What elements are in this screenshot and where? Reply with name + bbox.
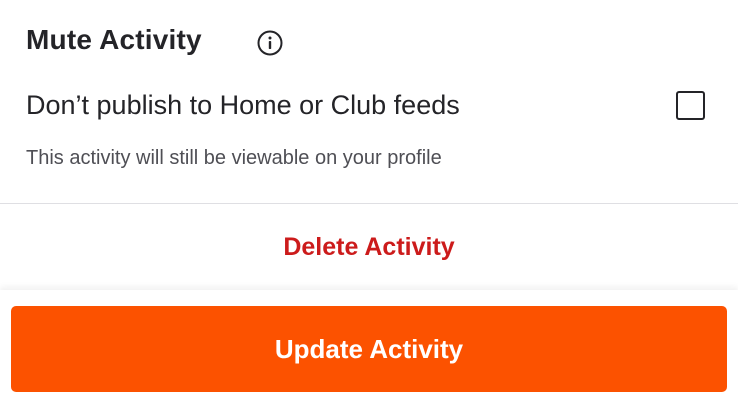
section-divider: [0, 203, 738, 204]
dont-publish-help-text: This activity will still be viewable on …: [26, 147, 442, 169]
mute-activity-section: Mute Activity Don’t publish to Home or C…: [0, 0, 738, 204]
update-activity-button[interactable]: Update Activity: [11, 306, 727, 392]
bottom-action-bar: Update Activity: [0, 290, 738, 405]
info-icon[interactable]: [257, 30, 283, 56]
dont-publish-checkbox[interactable]: [676, 91, 705, 120]
delete-activity-button[interactable]: Delete Activity: [0, 205, 738, 289]
edit-activity-screen: Mute Activity Don’t publish to Home or C…: [0, 0, 738, 405]
mute-activity-title: Mute Activity: [26, 24, 202, 55]
dont-publish-option-label: Don’t publish to Home or Club feeds: [26, 90, 460, 120]
